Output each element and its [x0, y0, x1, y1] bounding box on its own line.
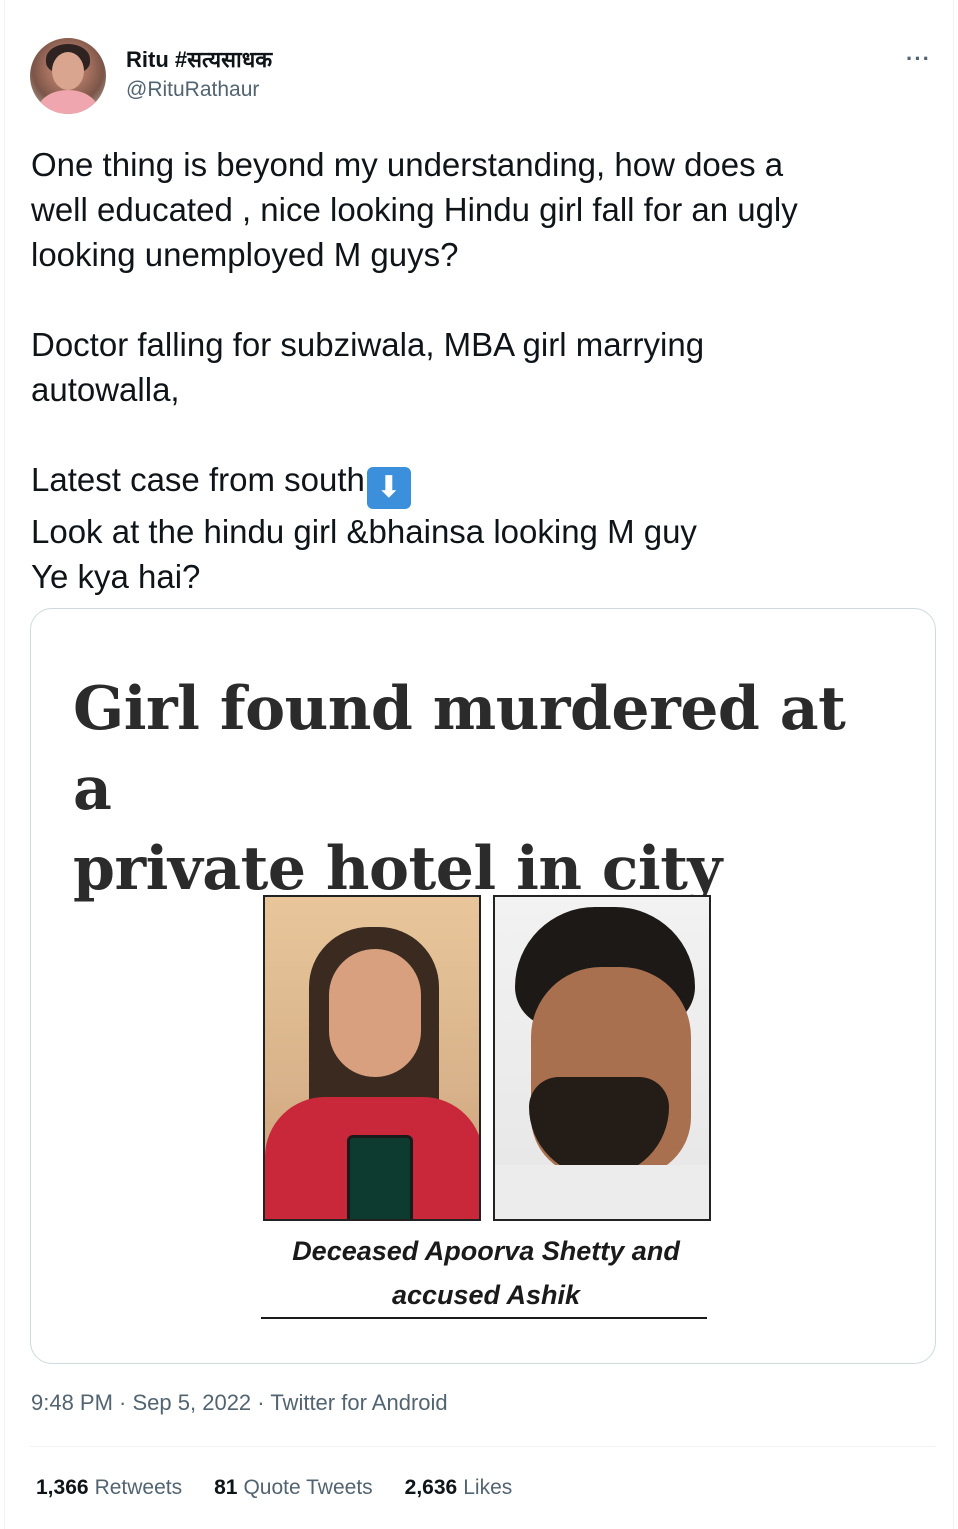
- likes-stat[interactable]: 2,636 Likes: [405, 1476, 513, 1500]
- headline-line: Girl found murdered at a: [73, 674, 846, 824]
- photo-victim: [263, 895, 481, 1221]
- tweet-line: Doctor falling for subziwala, MBA girl m…: [31, 326, 705, 363]
- quote-tweets-stat[interactable]: 81 Quote Tweets: [214, 1476, 373, 1500]
- avatar[interactable]: [30, 38, 106, 114]
- meta-separator: ·: [112, 1390, 133, 1415]
- avatar-shirt: [38, 90, 98, 114]
- tweet-line: well educated , nice looking Hindu girl …: [31, 191, 798, 228]
- tweet-line: looking unemployed M guys?: [31, 236, 459, 273]
- photo-accused: [493, 895, 711, 1221]
- tweet-line: Latest case from south ⬇: [31, 457, 921, 509]
- avatar-face: [52, 52, 84, 90]
- down-arrow-emoji-icon: ⬇: [366, 467, 411, 509]
- retweets-count: 1,366: [36, 1476, 89, 1499]
- news-headline: Girl found murdered at a private hotel i…: [73, 669, 893, 909]
- tweet-line: Ye kya hai?: [31, 558, 201, 595]
- caption-line: Deceased Apoorva Shetty and: [292, 1236, 680, 1266]
- likes-count: 2,636: [404, 1476, 458, 1499]
- caption-underline: [261, 1317, 707, 1319]
- display-name[interactable]: Ritu #सत्यसाधक: [126, 44, 272, 74]
- user-handle[interactable]: @RituRathaur: [126, 78, 259, 102]
- more-options-icon[interactable]: ···: [906, 46, 931, 72]
- tweet-media-image[interactable]: Girl found murdered at a private hotel i…: [30, 608, 936, 1364]
- tweet-source[interactable]: Twitter for Android: [270, 1390, 447, 1415]
- likes-label: Likes: [463, 1476, 513, 1499]
- tweet-line-text: Latest case from south: [31, 461, 365, 498]
- tweet-line: Look at the hindu girl &bhainsa looking …: [31, 513, 697, 550]
- retweets-label: Retweets: [94, 1476, 183, 1499]
- tweet-date[interactable]: Sep 5, 2022: [133, 1390, 252, 1415]
- photo-caption: Deceased Apoorva Shetty and accused Ashi…: [261, 1229, 711, 1317]
- engagement-stats: 1,366 Retweets 81 Quote Tweets 2,636 Likes: [36, 1476, 512, 1500]
- tweet-time[interactable]: 9:48 PM: [31, 1390, 113, 1415]
- caption-line: accused Ashik: [391, 1280, 581, 1310]
- tweet-line: One thing is beyond my understanding, ho…: [31, 146, 784, 183]
- tweet-meta: 9:48 PM · Sep 5, 2022 · Twitter for Andr…: [31, 1390, 448, 1416]
- quote-tweets-count: 81: [214, 1476, 238, 1499]
- quote-tweets-label: Quote Tweets: [243, 1476, 373, 1499]
- meta-separator: ·: [251, 1390, 271, 1415]
- retweets-stat[interactable]: 1,366 Retweets: [36, 1476, 182, 1500]
- headline-line: private hotel in city: [73, 834, 722, 904]
- tweet-text: One thing is beyond my understanding, ho…: [31, 142, 921, 599]
- tweet-line: autowalla,: [31, 371, 180, 408]
- divider: [30, 1446, 936, 1447]
